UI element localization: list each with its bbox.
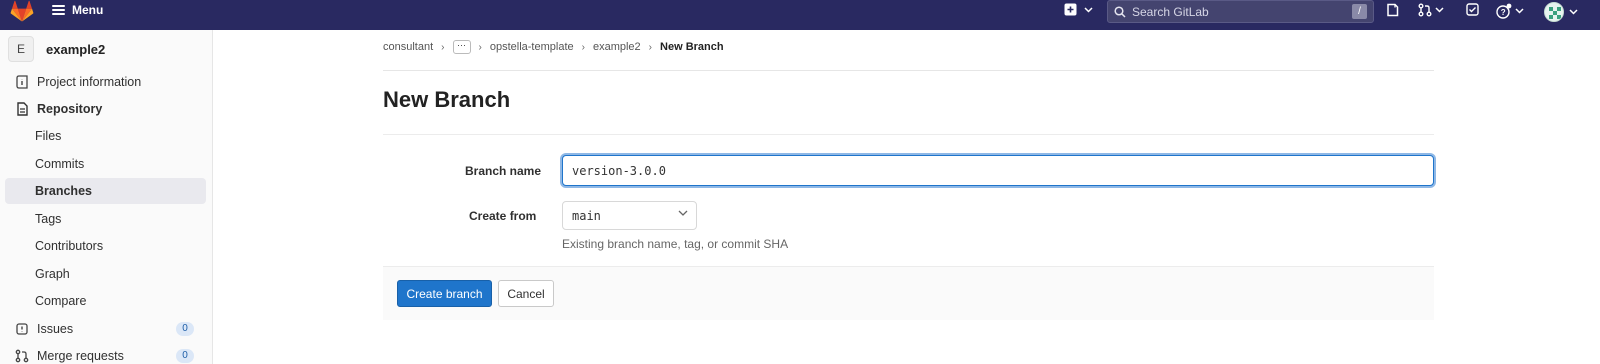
issues-icon xyxy=(16,323,28,335)
sidebar-item-repository[interactable]: Repository xyxy=(5,96,206,122)
issues-icon xyxy=(1387,3,1399,17)
sidebar-item-issues[interactable]: Issues 0 xyxy=(5,316,206,342)
project-header[interactable]: E example2 xyxy=(8,36,105,62)
sidebar-item-label: Compare xyxy=(35,294,87,308)
sidebar-item-compare[interactable]: Compare xyxy=(5,288,206,314)
todo-check-icon xyxy=(1466,3,1479,16)
sidebar-item-tags[interactable]: Tags xyxy=(5,206,206,232)
search-box[interactable]: / xyxy=(1107,0,1374,23)
chevron-down-icon xyxy=(678,210,688,216)
breadcrumb-item-example2[interactable]: example2 xyxy=(593,41,641,53)
svg-text:?: ? xyxy=(1501,8,1506,17)
chevron-down-icon xyxy=(1084,6,1093,13)
sidebar-item-label: Repository xyxy=(37,102,103,116)
breadcrumb-ellipsis-button[interactable]: ··· xyxy=(452,40,471,54)
sidebar-item-label: Merge requests xyxy=(37,349,124,363)
chevron-right-icon: › xyxy=(581,41,585,53)
breadcrumb-item-consultant[interactable]: consultant xyxy=(383,41,433,53)
sidebar-item-label: Files xyxy=(35,129,62,143)
sidebar-item-commits[interactable]: Commits xyxy=(5,151,206,177)
sidebar-item-graph[interactable]: Graph xyxy=(5,261,206,287)
plus-square-icon xyxy=(1064,3,1077,16)
issues-nav-button[interactable] xyxy=(1386,3,1399,17)
cancel-button[interactable]: Cancel xyxy=(498,280,554,307)
merge-requests-count-badge: 0 xyxy=(176,349,194,363)
create-branch-button[interactable]: Create branch xyxy=(397,280,492,307)
sidebar-item-merge-requests[interactable]: Merge requests 0 xyxy=(5,343,206,364)
merge-request-icon xyxy=(15,349,29,363)
sidebar-item-label: Graph xyxy=(35,267,70,281)
sidebar-item-label: Contributors xyxy=(35,239,104,253)
hamburger-icon xyxy=(52,5,65,15)
chevron-right-icon: › xyxy=(478,41,482,53)
chevron-down-icon xyxy=(1515,8,1524,14)
todos-nav-button[interactable] xyxy=(1466,3,1479,16)
branch-name-input[interactable] xyxy=(562,155,1434,186)
user-menu[interactable] xyxy=(1544,2,1578,22)
divider xyxy=(383,134,1434,135)
chevron-right-icon: › xyxy=(441,41,445,53)
top-navbar: Menu / xyxy=(0,0,1600,30)
merge-requests-nav-button[interactable] xyxy=(1418,3,1444,17)
menu-label: Menu xyxy=(72,3,104,17)
project-avatar: E xyxy=(8,36,34,62)
search-input[interactable] xyxy=(1132,4,1342,19)
chevron-right-icon: › xyxy=(648,41,653,53)
help-nav-button[interactable]: ? xyxy=(1496,3,1524,19)
create-from-select[interactable]: main xyxy=(562,201,697,230)
avatar xyxy=(1544,2,1564,22)
project-name: example2 xyxy=(46,41,106,57)
new-item-dropdown[interactable] xyxy=(1064,3,1093,16)
sidebar: E example2 Project information Repositor… xyxy=(0,30,213,364)
divider xyxy=(383,70,1434,71)
chevron-down-icon xyxy=(1569,9,1578,15)
info-icon xyxy=(16,75,28,89)
help-icon: ? xyxy=(1496,3,1512,19)
sidebar-item-label: Branches xyxy=(35,184,92,198)
search-icon xyxy=(1114,5,1126,18)
page-title: New Branch xyxy=(383,87,511,112)
sidebar-item-label: Commits xyxy=(35,157,85,171)
sidebar-item-label: Issues xyxy=(37,322,74,336)
sidebar-item-label: Tags xyxy=(35,212,62,226)
sidebar-item-branches[interactable]: Branches xyxy=(5,178,206,204)
sidebar-item-project-information[interactable]: Project information xyxy=(5,69,206,95)
menu-button[interactable]: Menu xyxy=(52,3,103,17)
create-from-value: main xyxy=(572,208,601,223)
sidebar-item-label: Project information xyxy=(37,75,142,89)
sidebar-item-contributors[interactable]: Contributors xyxy=(5,233,206,259)
breadcrumb: consultant › ··· › opstella-template › e… xyxy=(383,40,724,54)
create-from-label: Create from xyxy=(469,209,537,223)
branch-name-label: Branch name xyxy=(465,164,542,178)
breadcrumb-item-current[interactable]: New Branch xyxy=(660,41,724,53)
search-shortcut-key: / xyxy=(1352,4,1367,19)
sidebar-item-files[interactable]: Files xyxy=(5,123,206,149)
breadcrumb-item-opstella-template[interactable]: opstella-template xyxy=(490,41,574,53)
merge-request-icon xyxy=(1418,3,1432,17)
create-from-help-text: Existing branch name, tag, or commit SHA xyxy=(562,237,789,251)
gitlab-logo-icon[interactable] xyxy=(10,0,34,24)
identicon-icon xyxy=(1549,7,1561,19)
document-icon xyxy=(17,102,28,116)
issues-count-badge: 0 xyxy=(176,322,194,336)
chevron-down-icon xyxy=(1435,7,1444,13)
